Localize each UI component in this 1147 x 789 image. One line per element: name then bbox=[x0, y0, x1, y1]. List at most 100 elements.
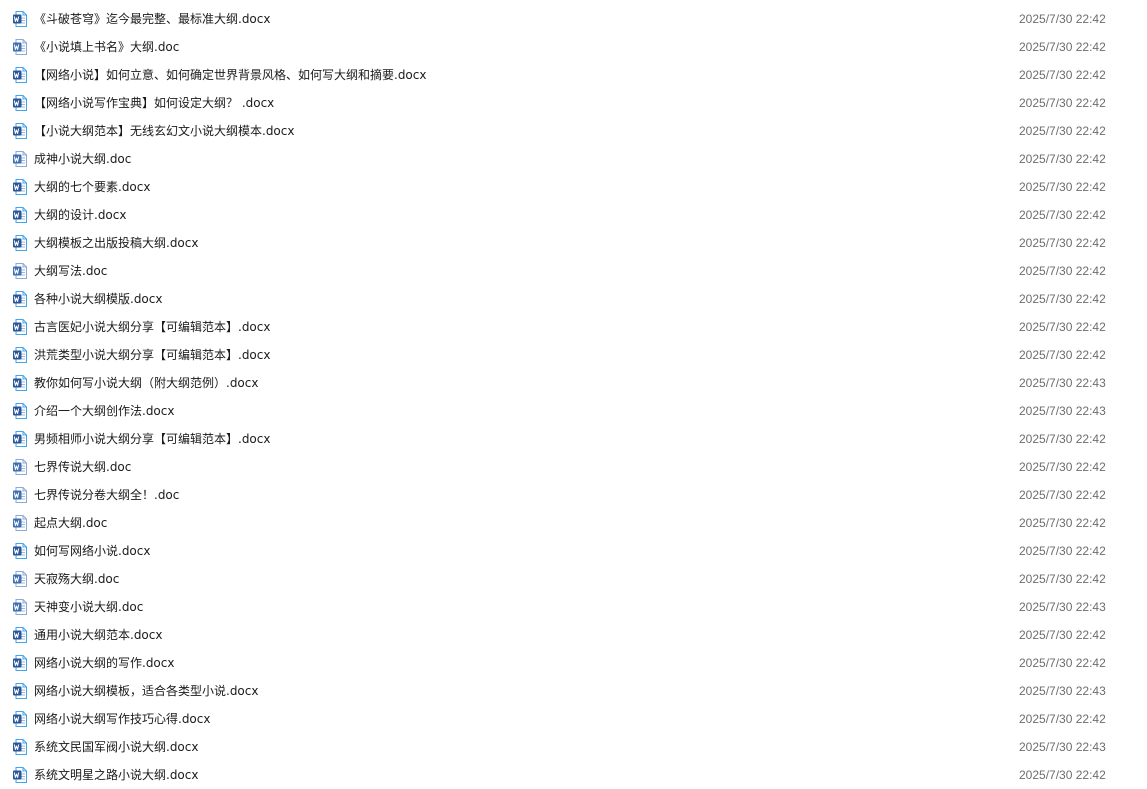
word-document-icon bbox=[13, 767, 27, 783]
file-modified-date: 2025/7/30 22:42 bbox=[1019, 712, 1106, 726]
file-name[interactable]: 起点大纲.doc bbox=[34, 509, 107, 537]
word-document-icon bbox=[13, 11, 27, 27]
file-name[interactable]: 男频相师小说大纲分享【可编辑范本】.docx bbox=[34, 425, 270, 453]
word-document-icon bbox=[13, 403, 27, 419]
file-row[interactable]: 天神变小说大纲.doc 2025/7/30 22:43 bbox=[0, 593, 1147, 621]
file-modified-date: 2025/7/30 22:42 bbox=[1019, 432, 1106, 446]
file-name[interactable]: 洪荒类型小说大纲分享【可编辑范本】.docx bbox=[34, 341, 270, 369]
file-name[interactable]: 网络小说大纲的写作.docx bbox=[34, 649, 174, 677]
file-modified-date: 2025/7/30 22:43 bbox=[1019, 404, 1106, 418]
file-modified-date: 2025/7/30 22:42 bbox=[1019, 656, 1106, 670]
file-row[interactable]: 教你如何写小说大纲（附大纲范例）.docx 2025/7/30 22:43 bbox=[0, 369, 1147, 397]
file-modified-date: 2025/7/30 22:42 bbox=[1019, 628, 1106, 642]
file-name[interactable]: 七界传说分卷大纲全！.doc bbox=[34, 481, 179, 509]
file-row[interactable]: 成神小说大纲.doc 2025/7/30 22:42 bbox=[0, 145, 1147, 173]
file-name[interactable]: 通用小说大纲范本.docx bbox=[34, 621, 162, 649]
word-document-icon bbox=[13, 179, 27, 195]
word-document-icon bbox=[13, 263, 27, 279]
word-document-icon bbox=[13, 627, 27, 643]
file-modified-date: 2025/7/30 22:42 bbox=[1019, 544, 1106, 558]
file-row[interactable]: 介绍一个大纲创作法.docx 2025/7/30 22:43 bbox=[0, 397, 1147, 425]
file-row[interactable]: 网络小说大纲写作技巧心得.docx 2025/7/30 22:42 bbox=[0, 705, 1147, 733]
file-modified-date: 2025/7/30 22:42 bbox=[1019, 96, 1106, 110]
file-row[interactable]: 天寂殇大纲.doc 2025/7/30 22:42 bbox=[0, 565, 1147, 593]
file-modified-date: 2025/7/30 22:43 bbox=[1019, 600, 1106, 614]
file-row[interactable]: 网络小说大纲模板，适合各类型小说.docx 2025/7/30 22:43 bbox=[0, 677, 1147, 705]
file-modified-date: 2025/7/30 22:42 bbox=[1019, 572, 1106, 586]
file-modified-date: 2025/7/30 22:42 bbox=[1019, 68, 1106, 82]
file-row[interactable]: 如何写网络小说.docx 2025/7/30 22:42 bbox=[0, 537, 1147, 565]
file-row[interactable]: 七界传说大纲.doc 2025/7/30 22:42 bbox=[0, 453, 1147, 481]
word-document-icon bbox=[13, 431, 27, 447]
file-name[interactable]: 网络小说大纲写作技巧心得.docx bbox=[34, 705, 210, 733]
file-row[interactable]: 男频相师小说大纲分享【可编辑范本】.docx 2025/7/30 22:42 bbox=[0, 425, 1147, 453]
file-name[interactable]: 【网络小说】如何立意、如何确定世界背景风格、如何写大纲和摘要.docx bbox=[34, 61, 426, 89]
file-row[interactable]: 《小说填上书名》大纲.doc 2025/7/30 22:42 bbox=[0, 33, 1147, 61]
file-row[interactable]: 【网络小说】如何立意、如何确定世界背景风格、如何写大纲和摘要.docx 2025/… bbox=[0, 61, 1147, 89]
word-document-icon bbox=[13, 67, 27, 83]
file-row[interactable]: 《斗破苍穹》迄今最完整、最标准大纲.docx 2025/7/30 22:42 bbox=[0, 5, 1147, 33]
file-name[interactable]: 如何写网络小说.docx bbox=[34, 537, 150, 565]
file-name[interactable]: 古言医妃小说大纲分享【可编辑范本】.docx bbox=[34, 313, 270, 341]
word-document-icon bbox=[13, 487, 27, 503]
file-row[interactable]: 起点大纲.doc 2025/7/30 22:42 bbox=[0, 509, 1147, 537]
file-row[interactable]: 古言医妃小说大纲分享【可编辑范本】.docx 2025/7/30 22:42 bbox=[0, 313, 1147, 341]
file-name[interactable]: 《小说填上书名》大纲.doc bbox=[34, 33, 179, 61]
file-modified-date: 2025/7/30 22:42 bbox=[1019, 488, 1106, 502]
word-document-icon bbox=[13, 347, 27, 363]
word-document-icon bbox=[13, 599, 27, 615]
file-name[interactable]: 天神变小说大纲.doc bbox=[34, 593, 143, 621]
file-name[interactable]: 教你如何写小说大纲（附大纲范例）.docx bbox=[34, 369, 258, 397]
file-modified-date: 2025/7/30 22:42 bbox=[1019, 40, 1106, 54]
file-name[interactable]: 天寂殇大纲.doc bbox=[34, 565, 119, 593]
file-name[interactable]: 大纲的设计.docx bbox=[34, 201, 126, 229]
word-document-icon bbox=[13, 543, 27, 559]
file-modified-date: 2025/7/30 22:43 bbox=[1019, 740, 1106, 754]
file-name[interactable]: 介绍一个大纲创作法.docx bbox=[34, 397, 174, 425]
file-name[interactable]: 成神小说大纲.doc bbox=[34, 145, 131, 173]
word-document-icon bbox=[13, 207, 27, 223]
word-document-icon bbox=[13, 291, 27, 307]
file-modified-date: 2025/7/30 22:42 bbox=[1019, 12, 1106, 26]
word-document-icon bbox=[13, 571, 27, 587]
file-modified-date: 2025/7/30 22:42 bbox=[1019, 320, 1106, 334]
word-document-icon bbox=[13, 375, 27, 391]
word-document-icon bbox=[13, 95, 27, 111]
file-name[interactable]: 大纲写法.doc bbox=[34, 257, 107, 285]
word-document-icon bbox=[13, 151, 27, 167]
word-document-icon bbox=[13, 683, 27, 699]
word-document-icon bbox=[13, 739, 27, 755]
file-modified-date: 2025/7/30 22:43 bbox=[1019, 684, 1106, 698]
file-row[interactable]: 通用小说大纲范本.docx 2025/7/30 22:42 bbox=[0, 621, 1147, 649]
file-row[interactable]: 网络小说大纲的写作.docx 2025/7/30 22:42 bbox=[0, 649, 1147, 677]
file-name[interactable]: 系统文民国军阀小说大纲.docx bbox=[34, 733, 198, 761]
word-document-icon bbox=[13, 459, 27, 475]
file-modified-date: 2025/7/30 22:42 bbox=[1019, 152, 1106, 166]
file-row[interactable]: 系统文明星之路小说大纲.docx 2025/7/30 22:42 bbox=[0, 761, 1147, 789]
word-document-icon bbox=[13, 319, 27, 335]
file-row[interactable]: 大纲的七个要素.docx 2025/7/30 22:42 bbox=[0, 173, 1147, 201]
file-row[interactable]: 大纲的设计.docx 2025/7/30 22:42 bbox=[0, 201, 1147, 229]
file-name[interactable]: 大纲的七个要素.docx bbox=[34, 173, 150, 201]
file-name[interactable]: 各种小说大纲模版.docx bbox=[34, 285, 162, 313]
file-row[interactable]: 【网络小说写作宝典】如何设定大纲？ .docx 2025/7/30 22:42 bbox=[0, 89, 1147, 117]
file-list: 《斗破苍穹》迄今最完整、最标准大纲.docx 2025/7/30 22:42 《小说… bbox=[0, 0, 1147, 788]
file-row[interactable]: 大纲模板之出版投稿大纲.docx 2025/7/30 22:42 bbox=[0, 229, 1147, 257]
file-row[interactable]: 各种小说大纲模版.docx 2025/7/30 22:42 bbox=[0, 285, 1147, 313]
file-row[interactable]: 【小说大纲范本】无线玄幻文小说大纲模本.docx 2025/7/30 22:42 bbox=[0, 117, 1147, 145]
file-row[interactable]: 七界传说分卷大纲全！.doc 2025/7/30 22:42 bbox=[0, 481, 1147, 509]
file-name[interactable]: 网络小说大纲模板，适合各类型小说.docx bbox=[34, 677, 258, 705]
file-name[interactable]: 七界传说大纲.doc bbox=[34, 453, 131, 481]
file-modified-date: 2025/7/30 22:42 bbox=[1019, 208, 1106, 222]
file-modified-date: 2025/7/30 22:42 bbox=[1019, 264, 1106, 278]
file-row[interactable]: 洪荒类型小说大纲分享【可编辑范本】.docx 2025/7/30 22:42 bbox=[0, 341, 1147, 369]
file-name[interactable]: 《斗破苍穹》迄今最完整、最标准大纲.docx bbox=[34, 5, 270, 33]
file-row[interactable]: 系统文民国军阀小说大纲.docx 2025/7/30 22:43 bbox=[0, 733, 1147, 761]
file-name[interactable]: 【小说大纲范本】无线玄幻文小说大纲模本.docx bbox=[34, 117, 294, 145]
file-modified-date: 2025/7/30 22:42 bbox=[1019, 124, 1106, 138]
word-document-icon bbox=[13, 39, 27, 55]
file-name[interactable]: 【网络小说写作宝典】如何设定大纲？ .docx bbox=[34, 89, 274, 117]
file-row[interactable]: 大纲写法.doc 2025/7/30 22:42 bbox=[0, 257, 1147, 285]
file-name[interactable]: 系统文明星之路小说大纲.docx bbox=[34, 761, 198, 789]
file-name[interactable]: 大纲模板之出版投稿大纲.docx bbox=[34, 229, 198, 257]
